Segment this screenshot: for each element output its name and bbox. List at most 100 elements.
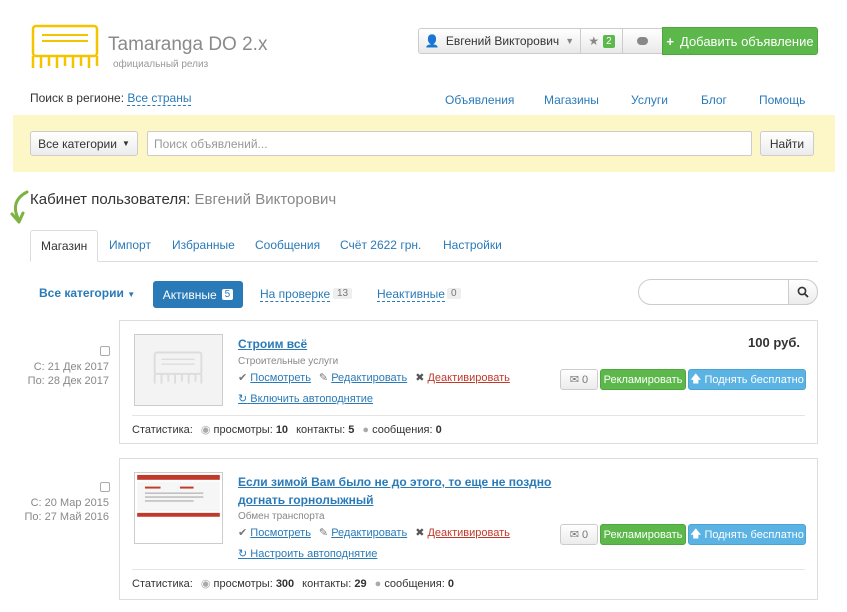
arrow-up-icon: 🡅	[690, 528, 702, 540]
user-name: Евгений Викторович	[445, 34, 560, 48]
close-icon: ✖	[415, 527, 425, 539]
tab-import[interactable]: Импорт	[109, 230, 151, 262]
messages-button[interactable]	[622, 28, 663, 54]
all-categories-filter[interactable]: Все категории ▼	[39, 286, 135, 300]
raise-free-button[interactable]: 🡅 Поднять бесплатно	[688, 369, 806, 390]
listing-thumbnail[interactable]	[134, 472, 223, 544]
messages-count: 0	[447, 577, 454, 590]
item-checkbox[interactable]	[100, 482, 110, 492]
autoraise-link[interactable]: ↻ Включить автоподнятие	[238, 392, 373, 405]
listing-messages-button[interactable]: ✉ 0	[560, 369, 598, 390]
search-button[interactable]: Найти	[760, 131, 814, 156]
listing-item: Если зимой Вам было не до этого, то еще …	[119, 458, 818, 600]
stats-label: Статистика:	[132, 577, 193, 590]
star-icon: ★	[588, 34, 600, 48]
category-dropdown[interactable]: Все категории ▼	[30, 131, 138, 156]
listing-thumbnail[interactable]	[134, 334, 223, 406]
autoraise-link[interactable]: ↻ Настроить автоподнятие	[238, 547, 377, 560]
listing-messages-count: 0	[582, 528, 589, 541]
views-stat: ◉ просмотры: 300	[201, 577, 294, 590]
page-title-label: Кабинет пользователя:	[30, 191, 191, 208]
edit-icon: ✎	[318, 372, 329, 384]
search-icon	[797, 286, 809, 298]
comment-icon: ●	[362, 423, 370, 436]
item-checkbox[interactable]	[100, 346, 110, 356]
user-icon: 👤	[424, 34, 440, 48]
add-listing-button[interactable]: + Добавить объявление	[662, 27, 818, 55]
close-icon: ✖	[415, 372, 425, 384]
filter-active-button[interactable]: Активные 5	[153, 281, 243, 308]
messages-label: сообщения:	[372, 423, 433, 436]
view-action[interactable]: ✔ Посмотреть	[238, 526, 311, 539]
tab-shop[interactable]: Магазин	[30, 230, 99, 262]
page-title-user: Евгений Викторович	[194, 191, 337, 208]
listing-category: Обмен транспорта	[238, 511, 325, 522]
plus-icon: +	[666, 33, 674, 49]
filter-review-link[interactable]: На проверке	[260, 287, 331, 302]
arrow-up-icon: 🡅	[690, 373, 702, 385]
nav-blog[interactable]: Блог	[701, 93, 727, 107]
nav-shops[interactable]: Магазины	[544, 93, 599, 107]
check-icon: ✔	[238, 527, 248, 539]
edit-action[interactable]: ✎ Редактировать	[319, 526, 407, 539]
listing-messages-button[interactable]: ✉ 0	[560, 524, 598, 545]
favorites-count: 2	[603, 34, 615, 48]
favorites-button[interactable]: ★ 2	[580, 28, 623, 54]
view-link[interactable]: Посмотреть	[250, 372, 311, 384]
messages-stat: ● сообщения: 0	[362, 424, 441, 436]
nav-help[interactable]: Помощь	[759, 93, 805, 107]
views-stat: ◉ просмотры: 10	[201, 423, 288, 436]
contacts-stat: контакты: 29	[302, 578, 366, 590]
nav-services[interactable]: Услуги	[631, 93, 668, 107]
user-menu-button[interactable]: 👤 Евгений Викторович ▼	[418, 28, 581, 54]
page-title: Кабинет пользователя: Евгений Викторович	[30, 191, 336, 208]
listing-title[interactable]: Если зимой Вам было не до этого, то еще …	[238, 473, 588, 509]
search-input[interactable]	[147, 131, 752, 156]
edit-action[interactable]: ✎ Редактировать	[319, 371, 407, 384]
edit-link[interactable]: Редактировать	[331, 527, 407, 539]
envelope-icon: ✉	[569, 374, 580, 386]
tab-settings[interactable]: Настройки	[443, 230, 502, 262]
deactivate-link[interactable]: Деактивировать	[427, 372, 509, 384]
logo[interactable]	[30, 22, 100, 72]
brand-subtitle: официальный релиз	[113, 59, 209, 70]
edit-link[interactable]: Редактировать	[331, 372, 407, 384]
filter-inactive-count: 0	[447, 288, 461, 299]
filter-active-count: 5	[221, 289, 234, 300]
raise-free-button[interactable]: 🡅 Поднять бесплатно	[688, 524, 806, 545]
listing-actions: ✔ Посмотреть ✎ Редактировать ✖ Деактивир…	[238, 371, 510, 384]
deactivate-action[interactable]: ✖ Деактивировать	[415, 371, 510, 384]
filter-review-count: 13	[333, 288, 353, 299]
messages-count: 0	[435, 423, 442, 436]
item-dates: С: 21 Дек 2017 По: 28 Дек 2017	[19, 360, 109, 388]
promote-button[interactable]: Рекламировать	[600, 524, 686, 545]
listing-title[interactable]: Строим всё	[238, 335, 307, 353]
nav-ads[interactable]: Объявления	[445, 93, 514, 107]
listing-item: Строим всё Строительные услуги 100 руб. …	[119, 320, 818, 444]
views-label: просмотры:	[213, 424, 273, 436]
filter-inactive-link[interactable]: Неактивные	[377, 287, 445, 302]
deactivate-action[interactable]: ✖ Деактивировать	[415, 526, 510, 539]
deactivate-link[interactable]: Деактивировать	[427, 527, 509, 539]
chat-bubble-icon	[637, 37, 648, 45]
promote-button[interactable]: Рекламировать	[600, 369, 686, 390]
tab-favorites[interactable]: Избранные	[172, 230, 235, 262]
view-action[interactable]: ✔ Посмотреть	[238, 371, 311, 384]
caret-down-icon: ▼	[127, 290, 136, 299]
contacts-label: контакты:	[302, 577, 352, 590]
views-count: 10	[275, 424, 289, 436]
refresh-icon: ↻	[238, 393, 248, 405]
placeholder-image-icon	[153, 351, 203, 384]
views-count: 300	[275, 578, 295, 590]
listing-search-button[interactable]	[788, 279, 818, 305]
contacts-count: 5	[348, 423, 355, 436]
item-date-to: По: 28 Дек 2017	[27, 375, 109, 387]
divider	[132, 569, 805, 570]
listing-stats: Статистика: ◉ просмотры: 300 контакты: 2…	[132, 577, 454, 591]
tab-messages[interactable]: Сообщения	[255, 230, 320, 262]
view-link[interactable]: Посмотреть	[250, 527, 311, 539]
contacts-stat: контакты: 5	[296, 424, 354, 436]
add-listing-label: Добавить объявление	[680, 33, 814, 49]
tab-account[interactable]: Счёт 2622 грн.	[340, 230, 421, 262]
region-link[interactable]: Все страны	[127, 91, 192, 106]
